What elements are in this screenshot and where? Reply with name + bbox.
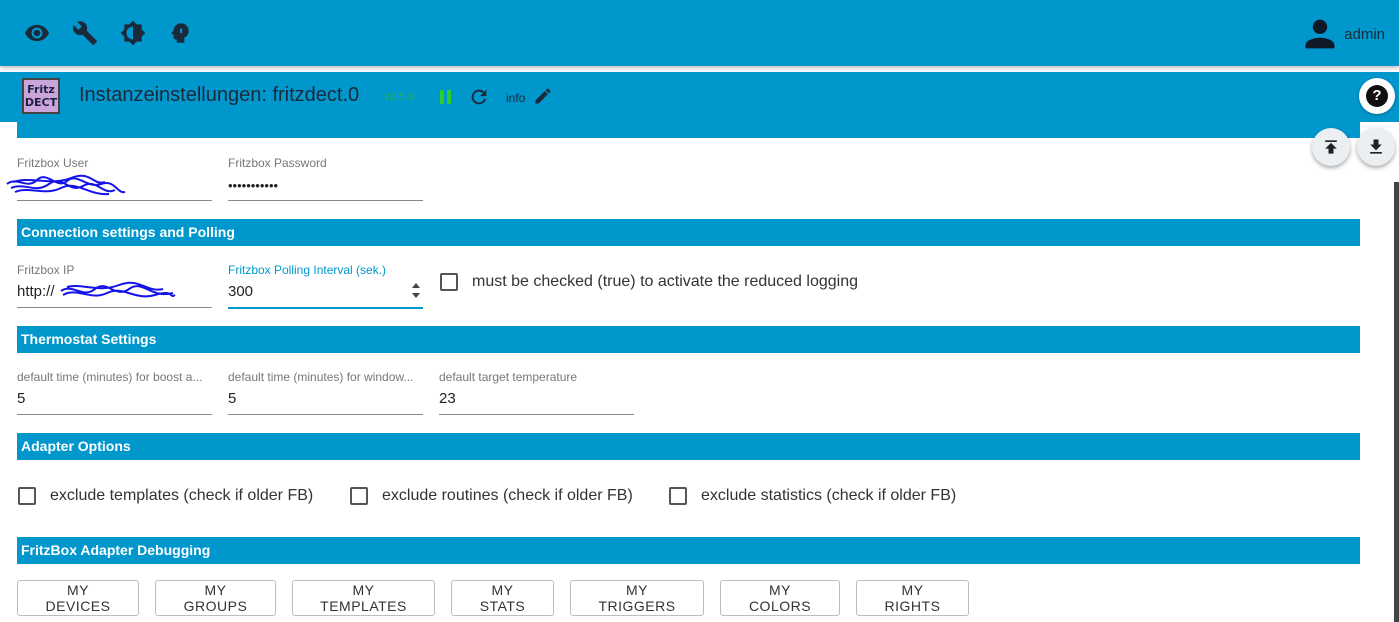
my-stats-button[interactable]: MY STATS — [451, 580, 554, 616]
section-bar-partial — [17, 122, 1360, 138]
my-colors-button[interactable]: MY COLORS — [720, 580, 840, 616]
my-rights-button[interactable]: MY RIGHTS — [856, 580, 969, 616]
fritzbox-password-value: ••••••••••• — [228, 178, 279, 193]
boost-time-label: default time (minutes) for boost a... — [17, 370, 203, 384]
redacted-scribble-ip — [60, 281, 176, 298]
fritzbox-password-field[interactable]: Fritzbox Password ••••••••••• — [228, 156, 423, 201]
exclude-statistics-checkbox[interactable]: exclude statistics (check if older FB) — [669, 487, 956, 505]
fritzbox-user-label: Fritzbox User — [17, 156, 89, 170]
help-button[interactable]: ? — [1359, 78, 1395, 114]
download-config-button[interactable] — [1357, 128, 1395, 166]
exclude-templates-box[interactable] — [18, 487, 36, 505]
target-temperature-value: 23 — [439, 390, 456, 407]
top-app-bar: admin — [0, 0, 1399, 66]
reduced-logging-label: must be checked (true) to activate the r… — [472, 273, 858, 290]
exclude-routines-checkbox[interactable]: exclude routines (check if older FB) — [350, 487, 633, 505]
reduced-logging-box[interactable] — [440, 273, 458, 291]
fritzbox-ip-value: http:// — [17, 283, 55, 300]
redacted-scribble — [6, 174, 126, 196]
instance-header: Fritz DECT Instanzeinstellungen: fritzde… — [0, 72, 1399, 122]
my-triggers-button[interactable]: MY TRIGGERS — [570, 580, 704, 616]
target-temperature-label: default target temperature — [439, 370, 578, 384]
my-templates-button[interactable]: MY TEMPLATES — [292, 580, 435, 616]
head-icon[interactable] — [167, 20, 193, 46]
exclude-templates-label: exclude templates (check if older FB) — [50, 487, 314, 504]
my-devices-button[interactable]: MY DEVICES — [17, 580, 139, 616]
section-debugging: FritzBox Adapter Debugging — [17, 537, 1360, 564]
pause-icon[interactable] — [437, 88, 453, 106]
logo-line-1: Fritz — [27, 83, 55, 96]
page-title: Instanzeinstellungen: fritzdect.0 — [79, 84, 360, 106]
fritzbox-ip-field[interactable]: Fritzbox IP http:// — [17, 263, 212, 308]
number-spinner[interactable] — [411, 281, 421, 301]
fritzbox-password-label: Fritzbox Password — [228, 156, 327, 170]
section-thermostat: Thermostat Settings — [17, 326, 1360, 353]
user-name: admin — [1344, 25, 1385, 43]
version-label: v2.5.9 — [384, 91, 414, 103]
reduced-logging-checkbox[interactable]: must be checked (true) to activate the r… — [440, 273, 858, 291]
fritzbox-user-field[interactable]: Fritzbox User — [6, 156, 212, 201]
section-adapter-options: Adapter Options — [17, 433, 1360, 460]
window-time-value: 5 — [228, 390, 237, 407]
vertical-scrollbar[interactable] — [1394, 182, 1399, 622]
polling-interval-label: Fritzbox Polling Interval (sek.) — [228, 263, 387, 277]
brightness-icon[interactable] — [120, 20, 146, 46]
eye-icon[interactable] — [24, 20, 50, 46]
upload-icon — [1325, 140, 1337, 154]
exclude-statistics-box[interactable] — [669, 487, 687, 505]
window-time-field[interactable]: default time (minutes) for window... 5 — [228, 370, 423, 415]
adapter-logo: Fritz DECT — [22, 78, 60, 114]
exclude-statistics-label: exclude statistics (check if older FB) — [701, 487, 957, 504]
upload-config-button[interactable] — [1312, 128, 1350, 166]
settings-content[interactable]: Fritzbox User Fritzbox Password ••••••••… — [0, 122, 1399, 622]
info-link[interactable]: info — [506, 91, 525, 105]
fritzbox-ip-label: Fritzbox IP — [17, 263, 75, 277]
person-icon — [1305, 19, 1335, 49]
my-groups-button[interactable]: MY GROUPS — [155, 580, 276, 616]
section-connection: Connection settings and Polling — [17, 219, 1360, 246]
target-temperature-field[interactable]: default target temperature 23 — [439, 370, 634, 415]
user-menu[interactable]: admin — [1302, 16, 1385, 52]
polling-interval-field[interactable]: Fritzbox Polling Interval (sek.) 300 — [228, 263, 423, 309]
boost-time-value: 5 — [17, 390, 26, 407]
polling-interval-value: 300 — [228, 283, 254, 300]
download-icon — [1370, 139, 1382, 154]
edit-icon[interactable] — [533, 86, 553, 106]
wrench-icon[interactable] — [72, 20, 98, 46]
window-time-label: default time (minutes) for window... — [228, 370, 414, 384]
exclude-templates-checkbox[interactable]: exclude templates (check if older FB) — [18, 487, 313, 505]
help-icon: ? — [1366, 85, 1388, 107]
exclude-routines-label: exclude routines (check if older FB) — [382, 487, 633, 504]
exclude-routines-box[interactable] — [350, 487, 368, 505]
reload-icon[interactable] — [468, 86, 490, 108]
logo-line-2: DECT — [24, 96, 58, 109]
boost-time-field[interactable]: default time (minutes) for boost a... 5 — [17, 370, 212, 415]
